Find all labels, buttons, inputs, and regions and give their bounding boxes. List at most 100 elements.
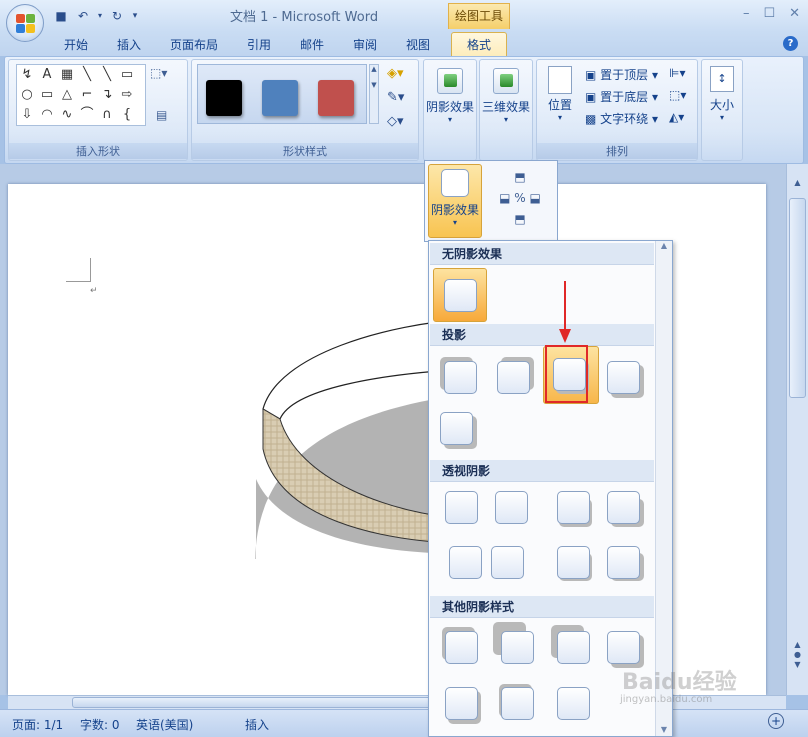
nudge-up-icon[interactable]: ⬒ — [514, 170, 525, 184]
watermark-url: jingyan.baidu.com — [620, 694, 713, 705]
chevron-down-icon: ▾ — [447, 115, 452, 124]
shape-gallery[interactable]: ↯ A ▦ ╲ ╲ ▭ ○ ▭ △ ⌐ ↴ ⇨ ⇩ ◠ ∿ ⌒ ∩ { — [16, 64, 146, 126]
vertical-scroll-thumb[interactable] — [789, 198, 806, 398]
text-wrap-label: 文字环绕 — [600, 112, 649, 126]
shadow-effects-popup-button[interactable]: 阴影效果 ▾ — [428, 164, 482, 238]
shape-item[interactable]: ↯ — [17, 65, 37, 85]
shape-item[interactable]: ▭ — [37, 85, 57, 105]
office-logo-icon — [16, 14, 36, 34]
shape-style-gallery[interactable] — [197, 64, 367, 124]
shape-item[interactable]: ⇩ — [17, 105, 37, 125]
shape-item[interactable]: ↴ — [97, 85, 117, 105]
shadow-effects-button[interactable]: 阴影效果 ▾ — [424, 68, 476, 124]
text-box-icon[interactable]: ▤ — [156, 108, 167, 122]
nudge-right-icon[interactable]: ⬓ — [530, 191, 541, 205]
shape-item[interactable]: { — [117, 105, 137, 125]
shape-fill-icon[interactable]: ◈▾ — [387, 66, 404, 81]
nudge-left-icon[interactable]: ⬓ — [499, 191, 510, 205]
position-button[interactable]: 位置 ▾ — [541, 66, 579, 122]
gallery-scrollbar[interactable]: ▲ ▼ — [655, 241, 672, 736]
tab-format[interactable]: 格式 — [451, 32, 507, 58]
shape-item[interactable]: ◠ — [37, 105, 57, 125]
shape-item[interactable]: ⇨ — [117, 85, 137, 105]
no-shadow-option[interactable] — [433, 268, 487, 322]
language-indicator[interactable]: 英语(美国) — [136, 716, 193, 733]
tab-home[interactable]: 开始 — [64, 36, 88, 53]
shape-item[interactable]: ○ — [17, 85, 37, 105]
maximize-button[interactable]: ☐ — [763, 6, 775, 21]
scroll-down-icon[interactable]: ▼ — [656, 725, 672, 734]
quick-access-toolbar: ■ ↶ ▾ ↻ ▾ — [52, 7, 140, 27]
chevron-down-icon: ▾ — [503, 115, 508, 124]
send-to-back-label: 置于底层 — [600, 90, 649, 104]
size-label: 大小 — [709, 98, 734, 112]
undo-icon[interactable]: ↶ — [74, 7, 92, 25]
watermark-logo: Baidu经验 — [622, 670, 737, 695]
shadow-effects-icon — [437, 68, 463, 94]
style-swatch-blue[interactable] — [262, 80, 298, 116]
shape-item[interactable]: A — [37, 65, 57, 85]
zoom-in-icon[interactable]: + — [768, 713, 784, 729]
bring-to-front-label: 置于顶层 — [600, 68, 649, 82]
tab-view[interactable]: 视图 — [406, 36, 430, 53]
insert-mode[interactable]: 插入 — [245, 716, 269, 733]
word-count[interactable]: 字数: 0 — [80, 716, 120, 733]
highlight-box — [545, 345, 588, 403]
tab-mailings[interactable]: 邮件 — [300, 36, 324, 53]
style-swatch-red[interactable] — [318, 80, 354, 116]
align-icon[interactable]: ⊫▾ — [669, 66, 685, 80]
group-arrange: 位置 ▾ ▣ 置于顶层 ▾ ▣ 置于底层 ▾ ▩ 文字环绕 ▾ ⊫▾ ⬚▾ ◭▾… — [536, 59, 698, 161]
shadow-effects-popup: 阴影效果 ▾ ⬒ ⬓ % ⬓ ⬒ — [424, 160, 558, 242]
bring-to-front-button[interactable]: ▣ 置于顶层 ▾ — [585, 66, 658, 83]
save-icon[interactable]: ■ — [52, 7, 70, 25]
shape-item[interactable]: ▦ — [57, 65, 77, 85]
edit-shape-icon[interactable]: ⬚▾ — [150, 66, 167, 80]
redo-icon[interactable]: ↻ — [108, 7, 126, 25]
text-wrap-icon: ▩ — [585, 112, 597, 126]
shape-item[interactable]: ∿ — [57, 105, 77, 125]
shape-outline-icon[interactable]: ✎▾ — [387, 90, 404, 105]
shape-item[interactable]: ▭ — [117, 65, 137, 85]
tab-page-layout[interactable]: 页面布局 — [170, 36, 218, 53]
tab-references[interactable]: 引用 — [247, 36, 271, 53]
section-other-shadow: 其他阴影样式 — [430, 596, 654, 618]
3d-effects-icon — [493, 68, 519, 94]
minimize-button[interactable]: – — [743, 6, 750, 21]
text-wrap-button[interactable]: ▩ 文字环绕 ▾ — [585, 110, 658, 127]
send-to-back-button[interactable]: ▣ 置于底层 ▾ — [585, 88, 658, 105]
tab-insert[interactable]: 插入 — [117, 36, 141, 53]
scroll-up-icon[interactable]: ▲ — [790, 178, 805, 194]
group-objects-icon[interactable]: ⬚▾ — [669, 88, 686, 102]
position-icon — [548, 66, 572, 94]
close-button[interactable]: ✕ — [789, 6, 800, 21]
page-count[interactable]: 页面: 1/1 — [12, 716, 63, 733]
red-arrow-indicator — [559, 281, 571, 343]
position-label: 位置 — [547, 98, 572, 112]
rotate-icon[interactable]: ◭▾ — [669, 110, 684, 124]
vertical-scrollbar[interactable]: ▲ ▲ ● ▼ — [786, 164, 808, 695]
shape-item[interactable]: ⌐ — [77, 85, 97, 105]
change-shape-icon[interactable]: ◇▾ — [387, 114, 404, 129]
style-gallery-scroll[interactable]: ▲ ▼ — [369, 64, 379, 124]
help-icon[interactable]: ? — [783, 36, 798, 51]
browse-object-icons[interactable]: ▲ ● ▼ — [790, 640, 805, 670]
customize-qat-icon[interactable]: ▾ — [130, 7, 140, 25]
shape-item[interactable]: ⌒ — [77, 105, 97, 125]
shadow-toggle-icon[interactable]: % — [514, 191, 525, 205]
bring-to-front-icon: ▣ — [585, 68, 597, 82]
shadow-nudge-controls[interactable]: ⬒ ⬓ % ⬓ ⬒ — [487, 167, 553, 233]
style-swatch-black[interactable] — [206, 80, 242, 116]
group-shape-styles: ▲ ▼ ◈▾ ✎▾ ◇▾ 形状样式 — [191, 59, 419, 161]
shape-item[interactable]: ∩ — [97, 105, 117, 125]
3d-effects-button[interactable]: 三维效果 ▾ — [480, 68, 532, 124]
tab-review[interactable]: 审阅 — [353, 36, 377, 53]
shape-item[interactable]: ╲ — [77, 65, 97, 85]
office-button[interactable] — [6, 4, 44, 42]
shape-item[interactable]: ╲ — [97, 65, 117, 85]
nudge-down-icon[interactable]: ⬒ — [514, 212, 525, 226]
horizontal-scroll-thumb[interactable] — [72, 697, 432, 708]
undo-dropdown-icon[interactable]: ▾ — [96, 7, 104, 25]
shape-item[interactable]: △ — [57, 85, 77, 105]
size-button[interactable]: ↕ 大小 ▾ — [702, 66, 742, 122]
scroll-up-icon[interactable]: ▲ — [656, 241, 672, 250]
